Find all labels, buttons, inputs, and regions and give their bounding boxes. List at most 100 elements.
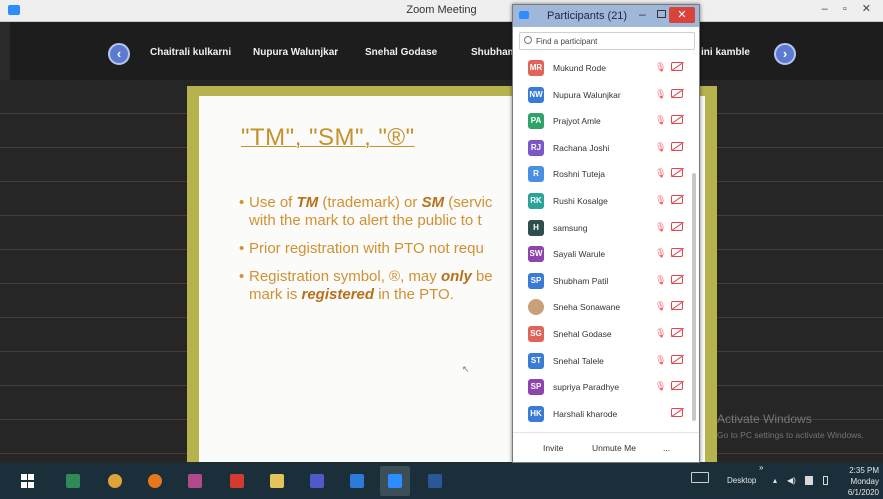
media-player-taskbar-button[interactable]: [180, 466, 210, 496]
avatar: PA: [528, 113, 544, 130]
zoom-icon: [388, 474, 402, 488]
word-taskbar-button[interactable]: [420, 466, 450, 496]
video-tile[interactable]: Snehal Godase: [365, 47, 437, 58]
participant-row[interactable]: SG Snehal Godase 🎙: [513, 321, 689, 347]
muted-mic-icon[interactable]: 🎙: [655, 301, 666, 312]
participant-name: Mukund Rode: [553, 63, 606, 73]
internet-explorer-taskbar-button[interactable]: [342, 466, 372, 496]
slide-bullet: • Registration symbol, ®, may only be: [239, 268, 493, 285]
clock-day: Monday: [850, 477, 879, 486]
video-off-icon[interactable]: [671, 301, 683, 311]
window-controls[interactable]: – ▫ ✕: [822, 2, 877, 15]
participant-row[interactable]: Hsamsung 🎙: [513, 215, 689, 241]
muted-mic-icon[interactable]: 🎙: [655, 62, 666, 73]
participant-row[interactable]: SP supriya Paradhye 🎙: [513, 374, 689, 400]
avatar: SP: [528, 272, 544, 289]
muted-mic-icon[interactable]: 🎙: [655, 222, 666, 233]
participant-name: Sneha Sonawane: [553, 302, 621, 313]
video-off-icon[interactable]: [671, 407, 683, 417]
slide-bullet: • Use of TM (trademark) or SM (servic: [239, 194, 493, 211]
participant-row[interactable]: HK Harshali kharode: [513, 401, 689, 427]
internet-explorer-icon: [350, 474, 364, 488]
prev-page-button[interactable]: ‹: [108, 43, 130, 65]
muted-mic-icon[interactable]: 🎙: [655, 328, 666, 339]
video-off-icon[interactable]: [671, 274, 683, 284]
teams-icon: [310, 474, 324, 488]
video-tile[interactable]: ini kamble: [701, 47, 750, 58]
participants-panel: Participants (21) – ✕ Find a participant…: [512, 4, 700, 463]
video-tile[interactable]: Chaitrali kulkarni: [150, 47, 231, 58]
participant-row[interactable]: Sneha Sonawane 🎙: [513, 294, 689, 320]
video-off-icon[interactable]: [671, 354, 683, 364]
avatar: SW: [528, 246, 544, 263]
muted-mic-icon[interactable]: 🎙: [655, 168, 666, 179]
clock-date: 6/1/2020: [847, 488, 879, 497]
network-icon[interactable]: [805, 476, 813, 485]
search-input[interactable]: Find a participant: [519, 32, 695, 50]
muted-mic-icon[interactable]: 🎙: [655, 89, 666, 100]
avatar: HK: [528, 405, 544, 422]
muted-mic-icon[interactable]: 🎙: [655, 355, 666, 366]
muted-mic-icon[interactable]: 🎙: [655, 381, 666, 392]
muted-mic-icon[interactable]: 🎙: [655, 248, 666, 259]
participant-row[interactable]: PA Prajyot Amle 🎙: [513, 108, 689, 134]
video-tile[interactable]: Shubham: [471, 47, 517, 58]
video-off-icon[interactable]: [671, 221, 683, 231]
close-button[interactable]: ✕: [669, 7, 695, 23]
participant-name: Rachana Joshi: [553, 142, 610, 153]
participant-row[interactable]: RJ Rachana Joshi 🎙: [513, 135, 689, 161]
keyboard-icon[interactable]: [691, 472, 709, 483]
tray-overflow-icon[interactable]: ▴: [773, 476, 777, 485]
video-off-icon[interactable]: [671, 115, 683, 125]
muted-mic-icon[interactable]: 🎙: [655, 142, 666, 153]
participant-row[interactable]: RK Rushi Kosalge 🎙: [513, 188, 689, 214]
zoom-app-icon: [519, 11, 529, 19]
video-off-icon[interactable]: [671, 248, 683, 258]
participant-row[interactable]: SW Sayali Warule 🎙: [513, 241, 689, 267]
chrome-icon: [108, 474, 122, 488]
participant-name: Nupura Walunjkar: [553, 89, 621, 100]
muted-mic-icon[interactable]: 🎙: [655, 115, 666, 126]
participant-row[interactable]: SP Shubham Patil 🎙: [513, 268, 689, 294]
participant-row[interactable]: MR Mukund Rode 🎙: [513, 55, 689, 81]
firefox-taskbar-button[interactable]: [140, 466, 170, 496]
more-button[interactable]: ...: [663, 443, 670, 453]
minimize-button[interactable]: –: [639, 7, 646, 21]
video-off-icon[interactable]: [671, 141, 683, 151]
participant-row[interactable]: R Roshni Tuteja 🎙: [513, 161, 689, 187]
slide-bullet-continuation: with the mark to alert the public to t: [249, 212, 482, 229]
chevron-icon[interactable]: »: [759, 463, 763, 472]
muted-mic-icon[interactable]: 🎙: [655, 195, 666, 206]
unmute-me-button[interactable]: Unmute Me: [592, 443, 636, 453]
volume-icon[interactable]: ◀): [787, 476, 796, 485]
window-title: Zoom Meeting: [406, 4, 477, 16]
participant-list-scrollbar[interactable]: [692, 173, 696, 421]
maximize-button[interactable]: [657, 10, 666, 18]
search-icon: [524, 36, 532, 44]
video-tile[interactable]: Nupura Walunjkar: [253, 47, 338, 58]
participant-name: Prajyot Amle: [553, 116, 601, 127]
video-off-icon[interactable]: [671, 88, 683, 98]
teams-taskbar-button[interactable]: [302, 466, 332, 496]
video-off-icon[interactable]: [671, 62, 683, 71]
zoom-taskbar-button[interactable]: [380, 466, 410, 496]
file-explorer-taskbar-button[interactable]: [262, 466, 292, 496]
video-off-icon[interactable]: [671, 195, 683, 204]
desktop-toolbar[interactable]: Desktop: [727, 476, 756, 485]
video-off-icon[interactable]: [671, 381, 683, 391]
avatar: [528, 299, 544, 316]
next-page-button[interactable]: ›: [774, 43, 796, 65]
muted-mic-icon[interactable]: 🎙: [655, 275, 666, 286]
windows-start-taskbar-button[interactable]: [13, 466, 43, 496]
invite-button[interactable]: Invite: [543, 443, 563, 453]
green-app-taskbar-button[interactable]: [58, 466, 88, 496]
avatar: R: [528, 166, 544, 183]
acrobat-taskbar-button[interactable]: [222, 466, 252, 496]
video-off-icon[interactable]: [671, 168, 683, 178]
participant-row[interactable]: NW Nupura Walunjkar 🎙: [513, 82, 689, 108]
video-off-icon[interactable]: [671, 328, 683, 337]
taskbar-clock[interactable]: 2:35 PM Monday 6/1/2020: [848, 465, 879, 498]
participant-row[interactable]: ST Snehal Talele 🎙: [513, 348, 689, 374]
battery-icon[interactable]: [823, 476, 828, 485]
chrome-taskbar-button[interactable]: [100, 466, 130, 496]
